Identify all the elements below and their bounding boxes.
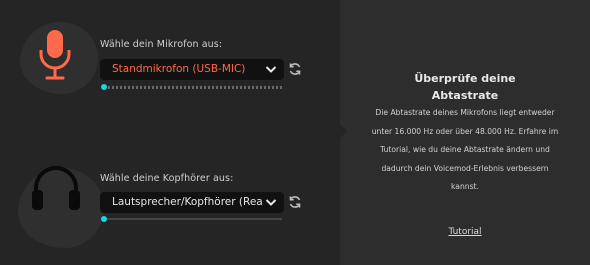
mic-select-label: Wähle dein Mikrofon aus:: [100, 39, 223, 50]
headphones-dropdown[interactable]: Lautsprecher/Kopfhörer (Rea...: [100, 192, 284, 213]
info-body: Die Abtastrate deines Mikrofons liegt en…: [371, 108, 559, 191]
mic-level-meter: [101, 84, 282, 90]
info-title-line1: Überprüfe deine: [414, 72, 516, 85]
headphones-icon: [32, 166, 80, 210]
headphones-volume-handle[interactable]: [101, 216, 107, 222]
refresh-icon[interactable]: [288, 195, 302, 209]
info-title: Überprüfe deine Abtastrate: [340, 70, 590, 104]
microphone-icon: [39, 30, 71, 80]
mic-dropdown[interactable]: Standmikrofon (USB-MIC): [100, 59, 284, 80]
headphones-select-label: Wähle deine Kopfhörer aus:: [100, 173, 234, 184]
panel-notch: [340, 124, 347, 138]
mic-dropdown-value: Standmikrofon (USB-MIC): [112, 63, 246, 75]
refresh-icon[interactable]: [288, 62, 302, 76]
headphones-volume-slider[interactable]: [101, 216, 282, 222]
info-title-line2: Abtastrate: [431, 89, 499, 102]
tutorial-link[interactable]: Tutorial: [340, 227, 590, 237]
headphones-dropdown-value: Lautsprecher/Kopfhörer (Rea...: [112, 196, 262, 208]
chevron-down-icon: [265, 66, 277, 73]
mic-level-indicator: [101, 84, 107, 90]
chevron-down-icon: [265, 199, 277, 206]
